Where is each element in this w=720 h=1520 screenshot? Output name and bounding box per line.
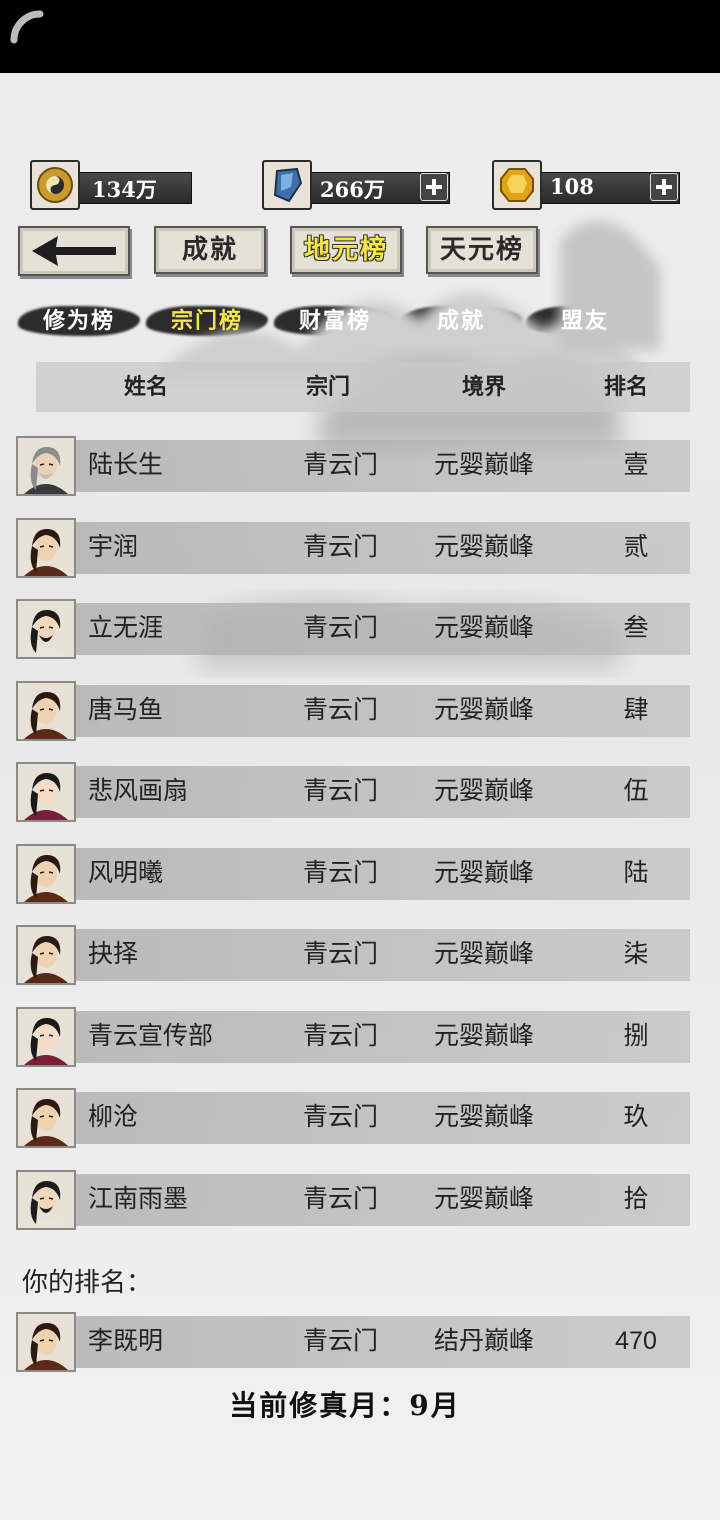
player-name: 江南雨墨 — [88, 1184, 189, 1213]
avatar — [16, 599, 76, 659]
player-rank: 玖 — [623, 1103, 649, 1131]
header-sect: 宗门 — [306, 374, 351, 400]
player-realm: 元婴巅峰 — [434, 451, 535, 479]
subtab-cultivation-ranking[interactable]: 修为榜 — [18, 300, 140, 342]
tab-earth-ranking[interactable]: 地元榜 — [290, 226, 402, 274]
avatar — [16, 436, 76, 496]
table-row[interactable]: 宇润 青云门 元婴巅峰 贰 — [16, 517, 690, 578]
your-rank-label: 你的排名： — [22, 1267, 153, 1297]
table-row[interactable]: 青云宣传部 青云门 元婴巅峰 捌 — [16, 1006, 690, 1067]
player-sect: 青云门 — [303, 695, 379, 724]
table-row[interactable]: 立无涯 青云门 元婴巅峰 叁 — [16, 599, 690, 659]
avatar — [16, 843, 76, 904]
player-rank: 壹 — [623, 451, 649, 479]
player-realm: 元婴巅峰 — [434, 1103, 535, 1131]
table-row[interactable]: 悲风画扇 青云门 元婴巅峰 伍 — [16, 762, 690, 822]
back-button[interactable] — [18, 226, 130, 276]
avatar — [16, 762, 76, 822]
player-rank: 陆 — [623, 858, 649, 887]
avatar — [16, 680, 76, 741]
gold-gem-icon — [492, 160, 542, 210]
player-realm: 元婴巅峰 — [434, 695, 535, 724]
resource-crystals: 266万 — [262, 160, 450, 210]
yin-yang-coin-icon — [30, 160, 80, 210]
blue-crystal-icon — [262, 160, 312, 210]
back-arrow-icon — [32, 236, 116, 266]
player-realm: 元婴巅峰 — [434, 532, 535, 561]
player-rank: 拾 — [623, 1184, 649, 1213]
player-rank: 捌 — [623, 1021, 649, 1050]
tab-achievements[interactable]: 成就 — [154, 226, 266, 274]
player-realm: 元婴巅峰 — [434, 940, 535, 968]
player-name: 风明曦 — [88, 858, 164, 887]
loading-spinner-icon — [10, 10, 44, 44]
table-row[interactable]: 风明曦 青云门 元婴巅峰 陆 — [16, 843, 690, 904]
player-rank: 柒 — [623, 940, 649, 968]
player-sect: 青云门 — [303, 940, 379, 968]
player-name: 青云宣传部 — [88, 1021, 214, 1050]
current-month: 当前修真月：9月 — [229, 1389, 461, 1422]
player-rank: 伍 — [623, 777, 649, 805]
table-header: 姓名 宗门 境界 排名 — [36, 362, 690, 412]
player-sect: 青云门 — [303, 858, 379, 887]
player-name: 陆长生 — [88, 451, 164, 479]
player-name: 抉择 — [88, 940, 139, 968]
player-rank: 肆 — [623, 695, 649, 724]
avatar — [16, 1169, 76, 1230]
table-row[interactable]: 江南雨墨 青云门 元婴巅峰 拾 — [16, 1169, 690, 1230]
player-sect: 青云门 — [303, 1021, 379, 1050]
crystals-value: 266万 — [320, 177, 385, 202]
player-realm: 结丹巅峰 — [434, 1327, 535, 1355]
avatar — [16, 517, 76, 578]
player-sect: 青云门 — [303, 532, 379, 561]
resource-coins: 134万 — [30, 160, 192, 210]
player-sect: 青云门 — [303, 614, 379, 642]
subtab-sect-ranking[interactable]: 宗门榜 — [146, 300, 268, 342]
avatar — [16, 925, 76, 985]
player-sect: 青云门 — [303, 1103, 379, 1131]
add-gems-button[interactable] — [650, 173, 678, 201]
gems-value: 108 — [550, 174, 594, 199]
player-realm: 元婴巅峰 — [434, 777, 535, 805]
avatar — [16, 1312, 76, 1372]
player-rank: 贰 — [623, 532, 649, 561]
avatar — [16, 1006, 76, 1067]
your-rank-row[interactable]: 李既明 青云门 结丹巅峰 470 — [16, 1312, 690, 1372]
player-realm: 元婴巅峰 — [434, 1021, 535, 1050]
player-sect: 青云门 — [303, 1184, 379, 1213]
header-rank: 排名 — [604, 374, 649, 400]
player-sect: 青云门 — [303, 1327, 379, 1355]
resource-gems: 108 — [492, 160, 680, 210]
player-name: 立无涯 — [88, 614, 164, 642]
table-row[interactable]: 陆长生 青云门 元婴巅峰 壹 — [16, 436, 690, 496]
coins-value: 134万 — [92, 177, 157, 202]
header-name: 姓名 — [124, 374, 169, 400]
player-realm: 元婴巅峰 — [434, 1184, 535, 1213]
player-realm: 元婴巅峰 — [434, 858, 535, 887]
header-realm: 境界 — [462, 374, 507, 400]
avatar — [16, 1088, 76, 1148]
player-name: 柳沧 — [88, 1103, 139, 1131]
subtab-wealth-ranking[interactable]: 财富榜 — [274, 300, 396, 342]
table-row[interactable]: 抉择 青云门 元婴巅峰 柒 — [16, 925, 690, 985]
status-bar — [0, 0, 720, 73]
table-row[interactable]: 唐马鱼 青云门 元婴巅峰 肆 — [16, 680, 690, 741]
player-name: 悲风画扇 — [88, 777, 189, 805]
player-name: 李既明 — [88, 1327, 164, 1355]
player-name: 唐马鱼 — [88, 695, 164, 724]
player-sect: 青云门 — [303, 451, 379, 479]
player-sect: 青云门 — [303, 777, 379, 805]
player-realm: 元婴巅峰 — [434, 614, 535, 642]
player-name: 宇润 — [88, 532, 139, 561]
subtab-achievements[interactable]: 成就 — [400, 300, 522, 342]
player-rank: 叁 — [623, 614, 649, 642]
subtab-allies[interactable]: 盟友 — [526, 300, 644, 342]
table-row[interactable]: 柳沧 青云门 元婴巅峰 玖 — [16, 1088, 690, 1148]
player-rank: 470 — [615, 1327, 657, 1355]
add-crystals-button[interactable] — [420, 173, 448, 201]
tab-heaven-ranking[interactable]: 天元榜 — [426, 226, 538, 274]
